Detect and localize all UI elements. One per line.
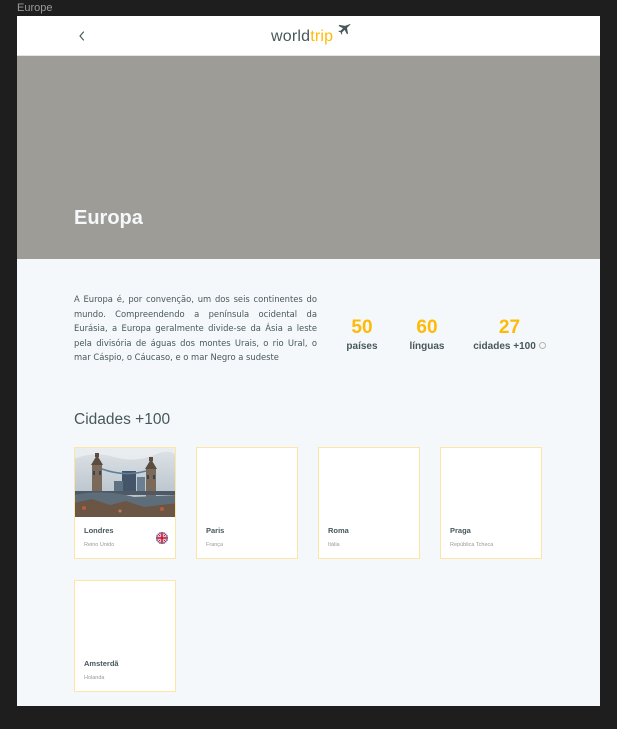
stat-value: 50: [351, 317, 373, 338]
city-card-paris[interactable]: Paris França: [196, 447, 298, 559]
logo[interactable]: worldtrip: [271, 23, 351, 49]
stat-countries: 50 países: [345, 317, 379, 354]
stat-label: cidades +100: [473, 341, 536, 352]
city-country: Holanda: [84, 675, 105, 681]
page: worldtrip Europa A Europa é, por convenç…: [17, 16, 600, 706]
city-name: Praga: [450, 526, 471, 535]
continent-description: A Europa é, por convenção, um dos seis c…: [74, 294, 317, 362]
city-name: Roma: [328, 526, 349, 535]
banner-title: Europa: [74, 207, 143, 229]
city-photo: [75, 448, 175, 517]
hero-banner: Europa: [17, 56, 600, 259]
uk-flag-icon: [156, 532, 168, 544]
airplane-icon: [338, 23, 351, 35]
logo-accent-text: trip: [310, 28, 334, 45]
stat-label: países: [346, 341, 378, 352]
city-card-amsterda[interactable]: Amsterdã Holanda: [74, 580, 176, 692]
stat-languages: 60 línguas: [404, 317, 450, 354]
chevron-left-icon: [79, 31, 85, 41]
city-card-praga[interactable]: Praga República Tcheca: [440, 447, 542, 559]
stats: 50 países 60 línguas 27 cidades +100: [345, 317, 550, 357]
frame-label: Europe: [17, 2, 53, 14]
back-button[interactable]: [75, 27, 89, 45]
header: worldtrip: [17, 16, 600, 56]
stat-label: línguas: [409, 341, 445, 352]
city-country: França: [206, 542, 224, 548]
city-card-londres[interactable]: Londres Reino Unido: [74, 447, 176, 559]
stat-value: 27: [498, 317, 521, 338]
stat-label-wrap: cidades +100: [469, 340, 550, 354]
section-title: Cidades +100: [74, 411, 171, 428]
city-country: Itália: [328, 542, 340, 548]
info-icon[interactable]: [538, 341, 546, 349]
city-card-roma[interactable]: Roma Itália: [318, 447, 420, 559]
city-country: Reino Unido: [84, 542, 115, 548]
city-country: República Tcheca: [450, 542, 494, 548]
city-name: Amsterdã: [84, 659, 119, 668]
city-name: Paris: [206, 526, 225, 535]
stat-cities: 27 cidades +100: [469, 317, 550, 354]
city-name: Londres: [84, 526, 114, 535]
stat-value: 60: [416, 317, 438, 338]
logo-primary-text: world: [271, 28, 311, 45]
